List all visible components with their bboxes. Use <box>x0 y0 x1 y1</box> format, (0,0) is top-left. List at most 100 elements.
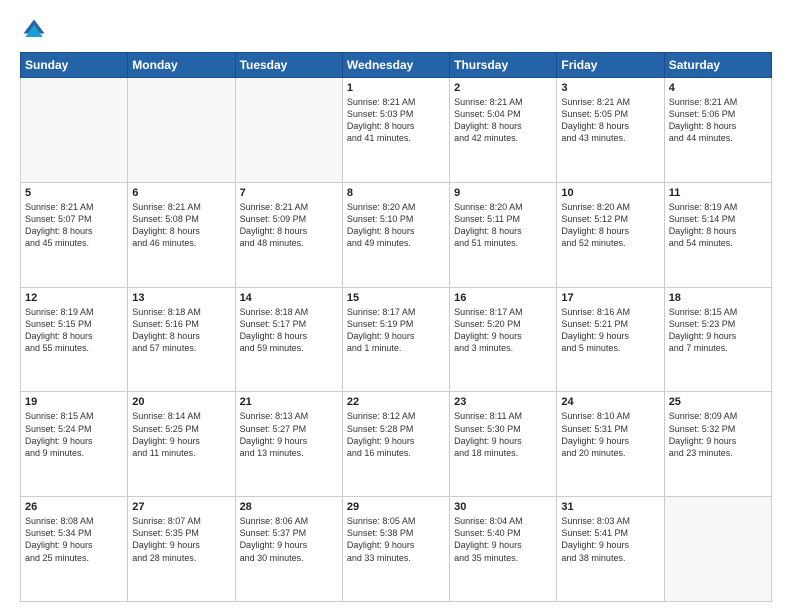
day-info: Sunrise: 8:12 AM Sunset: 5:28 PM Dayligh… <box>347 410 445 459</box>
calendar-cell: 5 Sunrise: 8:21 AM Sunset: 5:07 PM Daylig… <box>21 182 128 287</box>
calendar-cell: 29Sunrise: 8:05 AM Sunset: 5:38 PM Dayli… <box>342 497 449 602</box>
day-info: Sunrise: 8:21 AM Sunset: 5:05 PM Dayligh… <box>561 96 659 145</box>
calendar-cell: 20Sunrise: 8:14 AM Sunset: 5:25 PM Dayli… <box>128 392 235 497</box>
day-number: 4 <box>669 82 767 94</box>
day-info: Sunrise: 8:21 AM Sunset: 5:03 PM Dayligh… <box>347 96 445 145</box>
logo-icon <box>20 16 48 44</box>
calendar-cell: 2 Sunrise: 8:21 AM Sunset: 5:04 PM Daylig… <box>450 78 557 183</box>
calendar-cell: 19 Sunrise: 8:15 AM Sunset: 5:24 PM Dayli… <box>21 392 128 497</box>
col-header-saturday: Saturday <box>664 53 771 78</box>
calendar-cell: 7Sunrise: 8:21 AM Sunset: 5:09 PM Daylig… <box>235 182 342 287</box>
calendar-cell: 26 Sunrise: 8:08 AM Sunset: 5:34 PM Dayli… <box>21 497 128 602</box>
calendar-cell: 21Sunrise: 8:13 AM Sunset: 5:27 PM Dayli… <box>235 392 342 497</box>
calendar-cell: 23 Sunrise: 8:11 AM Sunset: 5:30 PM Dayli… <box>450 392 557 497</box>
calendar-cell: 31Sunrise: 8:03 AM Sunset: 5:41 PM Dayli… <box>557 497 664 602</box>
calendar-cell: 6 Sunrise: 8:21 AM Sunset: 5:08 PM Daylig… <box>128 182 235 287</box>
calendar-cell: 11 Sunrise: 8:19 AM Sunset: 5:14 PM Dayli… <box>664 182 771 287</box>
day-number: 13 <box>132 292 230 304</box>
day-info: Sunrise: 8:15 AM Sunset: 5:23 PM Dayligh… <box>669 306 767 355</box>
day-info: Sunrise: 8:17 AM Sunset: 5:19 PM Dayligh… <box>347 306 445 355</box>
calendar-cell: 12 Sunrise: 8:19 AM Sunset: 5:15 PM Dayli… <box>21 287 128 392</box>
col-header-tuesday: Tuesday <box>235 53 342 78</box>
day-number: 2 <box>454 82 552 94</box>
header <box>20 16 772 44</box>
week-row-2: 5 Sunrise: 8:21 AM Sunset: 5:07 PM Daylig… <box>21 182 772 287</box>
day-number: 8 <box>347 187 445 199</box>
day-number: 26 <box>25 501 123 513</box>
day-info: Sunrise: 8:15 AM Sunset: 5:24 PM Dayligh… <box>25 410 123 459</box>
page: SundayMondayTuesdayWednesdayThursdayFrid… <box>0 0 792 612</box>
day-info: Sunrise: 8:21 AM Sunset: 5:09 PM Dayligh… <box>240 201 338 250</box>
calendar-cell: 30Sunrise: 8:04 AM Sunset: 5:40 PM Dayli… <box>450 497 557 602</box>
day-number: 9 <box>454 187 552 199</box>
col-header-friday: Friday <box>557 53 664 78</box>
day-number: 24 <box>561 396 659 408</box>
day-number: 5 <box>25 187 123 199</box>
week-row-1: 1 Sunrise: 8:21 AM Sunset: 5:03 PM Daylig… <box>21 78 772 183</box>
day-number: 16 <box>454 292 552 304</box>
day-info: Sunrise: 8:21 AM Sunset: 5:06 PM Dayligh… <box>669 96 767 145</box>
day-number: 14 <box>240 292 338 304</box>
calendar-cell: 28 Sunrise: 8:06 AM Sunset: 5:37 PM Dayli… <box>235 497 342 602</box>
day-number: 25 <box>669 396 767 408</box>
logo <box>20 16 52 44</box>
calendar-cell <box>128 78 235 183</box>
calendar-header-row: SundayMondayTuesdayWednesdayThursdayFrid… <box>21 53 772 78</box>
day-number: 22 <box>347 396 445 408</box>
day-number: 12 <box>25 292 123 304</box>
calendar-cell: 17Sunrise: 8:16 AM Sunset: 5:21 PM Dayli… <box>557 287 664 392</box>
calendar-cell: 18 Sunrise: 8:15 AM Sunset: 5:23 PM Dayli… <box>664 287 771 392</box>
calendar-cell: 24 Sunrise: 8:10 AM Sunset: 5:31 PM Dayli… <box>557 392 664 497</box>
col-header-monday: Monday <box>128 53 235 78</box>
day-number: 11 <box>669 187 767 199</box>
day-info: Sunrise: 8:11 AM Sunset: 5:30 PM Dayligh… <box>454 410 552 459</box>
day-number: 23 <box>454 396 552 408</box>
day-info: Sunrise: 8:20 AM Sunset: 5:11 PM Dayligh… <box>454 201 552 250</box>
day-info: Sunrise: 8:21 AM Sunset: 5:04 PM Dayligh… <box>454 96 552 145</box>
day-number: 17 <box>561 292 659 304</box>
day-number: 18 <box>669 292 767 304</box>
calendar-cell <box>664 497 771 602</box>
day-number: 10 <box>561 187 659 199</box>
week-row-3: 12 Sunrise: 8:19 AM Sunset: 5:15 PM Dayli… <box>21 287 772 392</box>
day-number: 21 <box>240 396 338 408</box>
day-info: Sunrise: 8:19 AM Sunset: 5:14 PM Dayligh… <box>669 201 767 250</box>
day-info: Sunrise: 8:07 AM Sunset: 5:35 PM Dayligh… <box>132 515 230 564</box>
day-number: 31 <box>561 501 659 513</box>
day-info: Sunrise: 8:21 AM Sunset: 5:08 PM Dayligh… <box>132 201 230 250</box>
calendar-cell: 14Sunrise: 8:18 AM Sunset: 5:17 PM Dayli… <box>235 287 342 392</box>
col-header-thursday: Thursday <box>450 53 557 78</box>
calendar-cell: 4 Sunrise: 8:21 AM Sunset: 5:06 PM Daylig… <box>664 78 771 183</box>
day-info: Sunrise: 8:20 AM Sunset: 5:12 PM Dayligh… <box>561 201 659 250</box>
day-number: 6 <box>132 187 230 199</box>
day-number: 28 <box>240 501 338 513</box>
day-info: Sunrise: 8:17 AM Sunset: 5:20 PM Dayligh… <box>454 306 552 355</box>
calendar-cell: 3 Sunrise: 8:21 AM Sunset: 5:05 PM Daylig… <box>557 78 664 183</box>
calendar-cell: 8Sunrise: 8:20 AM Sunset: 5:10 PM Daylig… <box>342 182 449 287</box>
day-info: Sunrise: 8:04 AM Sunset: 5:40 PM Dayligh… <box>454 515 552 564</box>
calendar-cell <box>235 78 342 183</box>
calendar-cell: 16 Sunrise: 8:17 AM Sunset: 5:20 PM Dayli… <box>450 287 557 392</box>
calendar-cell: 25 Sunrise: 8:09 AM Sunset: 5:32 PM Dayli… <box>664 392 771 497</box>
calendar-cell: 27Sunrise: 8:07 AM Sunset: 5:35 PM Dayli… <box>128 497 235 602</box>
day-number: 19 <box>25 396 123 408</box>
calendar-cell: 15 Sunrise: 8:17 AM Sunset: 5:19 PM Dayli… <box>342 287 449 392</box>
day-info: Sunrise: 8:09 AM Sunset: 5:32 PM Dayligh… <box>669 410 767 459</box>
day-number: 1 <box>347 82 445 94</box>
day-info: Sunrise: 8:10 AM Sunset: 5:31 PM Dayligh… <box>561 410 659 459</box>
calendar-cell: 10 Sunrise: 8:20 AM Sunset: 5:12 PM Dayli… <box>557 182 664 287</box>
day-info: Sunrise: 8:21 AM Sunset: 5:07 PM Dayligh… <box>25 201 123 250</box>
day-info: Sunrise: 8:06 AM Sunset: 5:37 PM Dayligh… <box>240 515 338 564</box>
day-info: Sunrise: 8:05 AM Sunset: 5:38 PM Dayligh… <box>347 515 445 564</box>
day-info: Sunrise: 8:14 AM Sunset: 5:25 PM Dayligh… <box>132 410 230 459</box>
calendar-table: SundayMondayTuesdayWednesdayThursdayFrid… <box>20 52 772 602</box>
day-info: Sunrise: 8:08 AM Sunset: 5:34 PM Dayligh… <box>25 515 123 564</box>
calendar-cell: 1 Sunrise: 8:21 AM Sunset: 5:03 PM Daylig… <box>342 78 449 183</box>
day-number: 15 <box>347 292 445 304</box>
day-info: Sunrise: 8:19 AM Sunset: 5:15 PM Dayligh… <box>25 306 123 355</box>
calendar-cell: 9 Sunrise: 8:20 AM Sunset: 5:11 PM Daylig… <box>450 182 557 287</box>
day-number: 3 <box>561 82 659 94</box>
col-header-wednesday: Wednesday <box>342 53 449 78</box>
calendar-cell: 22 Sunrise: 8:12 AM Sunset: 5:28 PM Dayli… <box>342 392 449 497</box>
col-header-sunday: Sunday <box>21 53 128 78</box>
